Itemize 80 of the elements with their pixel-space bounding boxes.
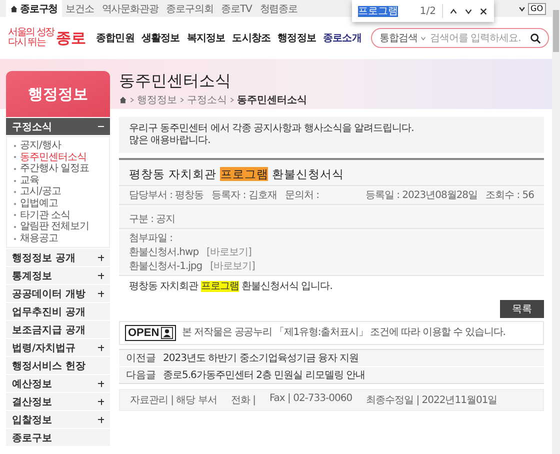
scrollbar[interactable]: [552, 0, 560, 454]
sidebar-section[interactable]: 종로구보: [6, 429, 110, 446]
sidebar-section[interactable]: 통계정보: [6, 267, 110, 284]
plus-icon: [98, 344, 104, 351]
minus-icon: [98, 124, 104, 130]
footer-text: 자료관리 | 해당 부서: [130, 394, 217, 407]
page-title: 동주민센터소식: [119, 71, 232, 91]
footer-text: Fax | 02-733-0060: [269, 393, 352, 406]
nav-item[interactable]: 도시창조: [232, 31, 271, 45]
meta-text: 담당부서 : 평창동: [129, 189, 204, 202]
breadcrumb-link[interactable]: 동주민센터소식: [237, 93, 307, 107]
site-tab[interactable]: 보건소: [62, 0, 98, 17]
site-tab[interactable]: 종로구의회: [162, 0, 218, 17]
match-count: 1/2: [420, 6, 436, 16]
sidebar-section[interactable]: 예산정보: [6, 375, 110, 392]
meta-text: 문의처 :: [284, 189, 320, 202]
search-scope-dropdown[interactable]: 통합검색: [379, 31, 418, 45]
sidebar-section[interactable]: 공공데이터 개방: [6, 285, 110, 302]
intro-text: 우리구 동주민센터 에서 각종 공지사항과 행사소식을 알려드립니다. 많은 애용바랍니다.: [129, 123, 415, 147]
attachment-link[interactable]: 환불신청서.hwp: [129, 245, 199, 259]
home-icon: [10, 4, 18, 12]
chevron-down-icon[interactable]: [518, 4, 526, 12]
logo-name: 종로: [56, 28, 86, 48]
plus-icon: [98, 380, 104, 387]
sidebar-section[interactable]: 행정정보 공개: [6, 249, 110, 266]
sidebar-section[interactable]: 법령/자치법규: [6, 339, 110, 356]
adjacent-post-link[interactable]: 2023년도 하반기 중소기업육성기금 융자 지원: [163, 351, 359, 365]
nav-item[interactable]: 복지정보: [186, 31, 226, 45]
footer-text: 최종수정일 | 2022년11월01일: [366, 394, 498, 407]
chevron-down-icon: [420, 34, 427, 42]
adjacent-label-cell-text: 이전글: [125, 352, 157, 366]
list-button[interactable]: 목록: [500, 300, 544, 318]
meta-text: 등록일 : 2023년08월28일: [365, 189, 478, 202]
previous-match-icon[interactable]: [449, 6, 458, 16]
logo-slogan: 다시 뛰는: [8, 38, 47, 48]
home-icon[interactable]: [119, 96, 127, 104]
scrollbar-thumb[interactable]: [553, 10, 559, 52]
sidebar-section[interactable]: 업무추진비 공개: [6, 303, 110, 320]
adjacent-label-cell-text: 다음글: [125, 369, 157, 383]
open-logo-text: OPEN: [128, 327, 160, 339]
search-icon[interactable]: [530, 32, 542, 44]
next-match-icon[interactable]: [464, 6, 473, 16]
plus-icon: [98, 416, 104, 423]
breadcrumb-link[interactable]: 행정정보: [137, 93, 177, 107]
category-text: 구분 : 공지: [129, 214, 176, 225]
plus-icon: [98, 272, 104, 279]
site-tab[interactable]: 종로TV: [217, 0, 256, 17]
attachments-label: 첨부파일 :: [129, 232, 174, 245]
nav-item[interactable]: 생활정보: [141, 31, 180, 45]
breadcrumb-link[interactable]: 구정소식: [187, 93, 227, 107]
plus-icon: [98, 290, 104, 297]
sidebar-section[interactable]: 입찰정보: [6, 411, 110, 428]
post-title: 평창동 자치회관 프로그램 환불신청서식: [129, 167, 344, 181]
nav-item[interactable]: 종합민원: [96, 31, 134, 45]
post-body: 평창동 자치회관 프로그램 환불신청서식 입니다.: [128, 280, 334, 294]
site-tab[interactable]: 청렴종로: [256, 0, 302, 17]
close-icon[interactable]: [479, 6, 488, 16]
chevron-right-icon: [130, 97, 134, 103]
search-bar[interactable]: 통합검색 검색어를 입력하세요.: [371, 28, 550, 48]
adjacent-post-link[interactable]: 종로5.6가동주민센터 2층 민원실 리모델링 안내: [163, 368, 365, 382]
sidebar-section[interactable]: 구정소식: [6, 118, 110, 135]
sidebar-section[interactable]: 보조금지급 공개: [6, 321, 110, 338]
meta-text: 조회수 : 56: [486, 189, 534, 202]
meta-text: 등록자 : 김호재: [212, 189, 277, 202]
sidebar-section[interactable]: 결산정보: [6, 393, 110, 410]
plus-icon: [98, 398, 104, 405]
license-text: 본 저작물은 공공누리 「제1유형:출처표시」 조건에 따라 이용할 수 있습니다.: [182, 327, 506, 339]
sidebar-section[interactable]: 행정서비스 헌장: [6, 357, 110, 374]
nav-item[interactable]: 행정정보: [278, 31, 316, 45]
go-button[interactable]: GO: [528, 2, 546, 14]
footer-text: 전화 |: [230, 394, 256, 407]
plus-icon: [98, 254, 104, 261]
chevron-right-icon: [230, 97, 234, 103]
sidebar-title: 행정정보: [28, 84, 88, 104]
site-tab[interactable]: 종로구청: [6, 0, 62, 17]
logo-slogan: 서울의 성장: [8, 28, 54, 38]
site-tab[interactable]: 역사문화관광: [98, 0, 162, 17]
attachment-link[interactable]: 환불신청서-1.jpg: [129, 259, 202, 273]
nav-item[interactable]: 종로소개: [323, 31, 362, 45]
chevron-right-icon: [180, 97, 184, 103]
